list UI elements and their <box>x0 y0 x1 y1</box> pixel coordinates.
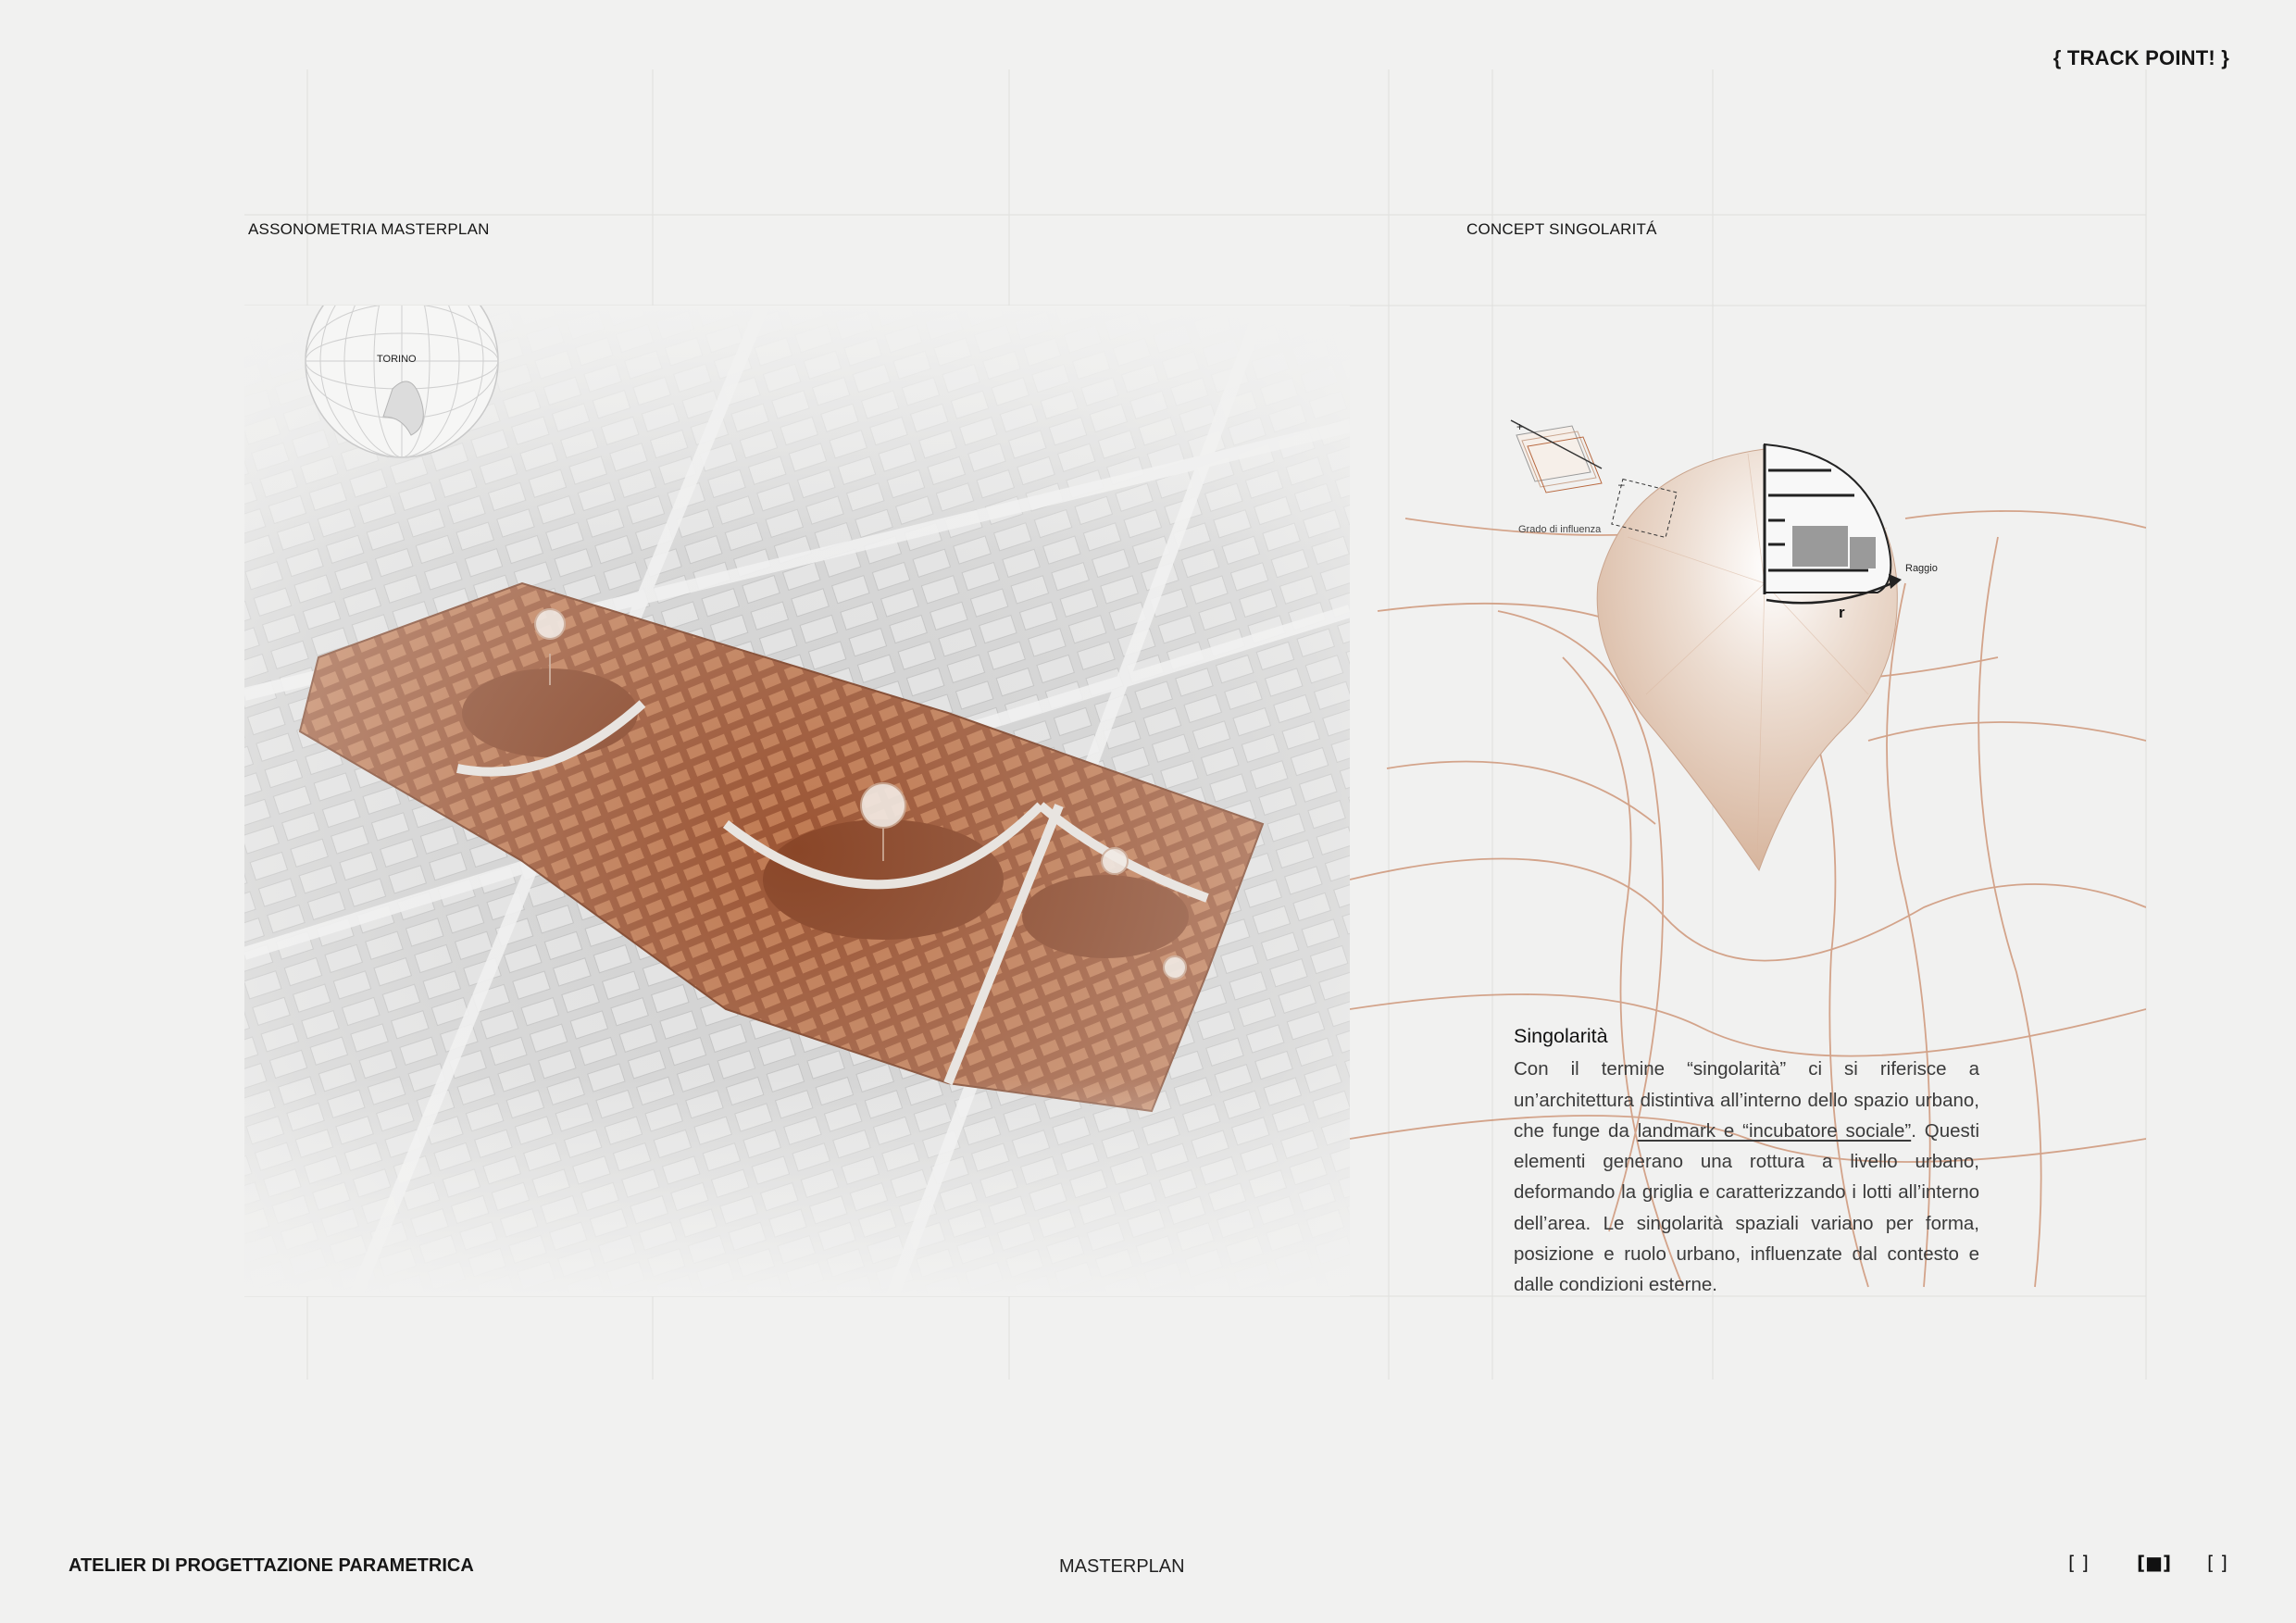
radius-symbol: r <box>1839 604 1845 621</box>
concept-title: CONCEPT SINGOLARITÁ <box>1466 220 1657 238</box>
description-highlight: landmark e “incubatore sociale” <box>1637 1119 1912 1142</box>
masterplan-axonometry: TORINO <box>244 306 1350 1296</box>
description-block: Singolarità Con il termine “singolarità”… <box>1514 1021 1979 1301</box>
masterplan-title: ASSONOMETRIA MASTERPLAN <box>248 220 490 238</box>
page-indicator-next[interactable]: [ ] <box>2207 1552 2227 1574</box>
influence-label: Grado di influenza <box>1518 524 1602 535</box>
plus-sign: + <box>1516 420 1524 433</box>
description-text-end: . Questi elementi generano una rottura a… <box>1514 1119 1980 1296</box>
brand-logo: { TRACK POINT! } <box>2053 46 2229 69</box>
page-indicator-prev[interactable]: [ ] <box>2068 1552 2089 1574</box>
description-heading: Singolarità <box>1514 1025 1608 1047</box>
page-indicator-current[interactable]: [■] <box>2137 1552 2171 1574</box>
footer-course-title: ATELIER DI PROGETTAZIONE PARAMETRICA <box>69 1555 474 1576</box>
minus-sign: – <box>1618 478 1625 491</box>
globe-label: TORINO <box>377 354 417 365</box>
description-paragraph: Con il termine “singolarità” ci si rifer… <box>1514 1054 1979 1300</box>
footer-section-name: MASTERPLAN <box>1059 1556 1185 1577</box>
radius-label: Raggio <box>1905 563 1938 574</box>
